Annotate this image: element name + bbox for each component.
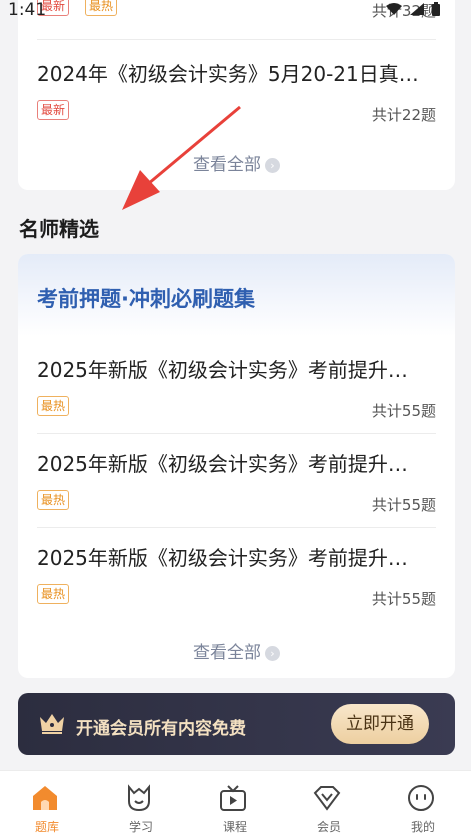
view-all-label: 查看全部 <box>193 643 261 663</box>
exam-row[interactable]: 2025年新版《初级会计实务》考前提升… 最热 共计55题 <box>37 524 436 618</box>
diamond-icon <box>313 786 341 811</box>
bottom-tab-bar: 题库 学习 课程 会员 我的 <box>0 770 471 837</box>
exam-title: 2025年新版《初级会计实务》考前提升… <box>37 452 408 476</box>
signal-icon <box>410 3 424 15</box>
question-count: 共计22题 <box>371 106 436 124</box>
battery-icon <box>432 2 440 16</box>
status-time: 1:41 <box>8 0 47 20</box>
tv-icon <box>220 785 246 811</box>
question-count: 共计55题 <box>371 496 436 514</box>
exam-row[interactable]: 2025年新版《初级会计实务》考前提升… 最热 共计55题 <box>37 336 436 430</box>
tab-label: 课程 <box>222 820 247 834</box>
question-count: 共计55题 <box>371 402 436 420</box>
tab-study[interactable]: 学习 <box>94 771 188 837</box>
question-count: 共计55题 <box>371 590 436 608</box>
vip-text: 开通会员所有内容免费 <box>76 719 246 739</box>
tag-hot: 最热 <box>37 584 70 604</box>
home-icon <box>33 786 57 810</box>
tab-courses[interactable]: 课程 <box>188 771 282 837</box>
tag-new: 最新 <box>37 100 70 120</box>
wifi-icon <box>386 3 402 15</box>
banner[interactable]: 考前押题·冲刺必刷题集 <box>18 254 455 336</box>
chevron-right-icon: › <box>265 158 280 173</box>
tag-hot: 最热 <box>37 490 70 510</box>
tab-label: 题库 <box>34 820 59 834</box>
vip-promo-bar[interactable]: 开通会员所有内容免费 立即开通 <box>18 693 455 755</box>
banner-text: 考前押题·冲刺必刷题集 <box>37 287 255 311</box>
study-icon <box>128 784 150 812</box>
status-bar: 1:41 <box>0 0 471 22</box>
exam-row[interactable]: 2025年新版《初级会计实务》考前提升… 最热 共计55题 <box>37 430 436 524</box>
exam-title: 2025年新版《初级会计实务》考前提升… <box>37 358 408 382</box>
tab-profile[interactable]: 我的 <box>376 771 470 837</box>
annotation-arrow <box>122 105 241 210</box>
tag-hot: 最热 <box>37 396 70 416</box>
exam-title: 2024年《初级会计实务》5月20-21日真… <box>37 62 419 86</box>
open-vip-button[interactable]: 立即开通 <box>331 704 429 744</box>
tab-label: 会员 <box>316 820 341 834</box>
chevron-right-icon: › <box>265 646 280 661</box>
status-icons <box>385 2 441 17</box>
tab-membership[interactable]: 会员 <box>282 771 376 837</box>
crown-icon <box>40 714 64 734</box>
section-title: 名师精选 <box>19 217 99 241</box>
exam-title: 2025年新版《初级会计实务》考前提升… <box>37 546 408 570</box>
tab-label: 我的 <box>410 820 435 834</box>
tab-label: 学习 <box>128 820 153 834</box>
profile-icon <box>408 785 434 811</box>
view-all-button[interactable]: 查看全部 › <box>18 638 455 663</box>
teacher-picks-card: 考前押题·冲刺必刷题集 2025年新版《初级会计实务》考前提升… 最热 共计55… <box>18 254 455 678</box>
tab-question-bank[interactable]: 题库 <box>0 771 94 837</box>
